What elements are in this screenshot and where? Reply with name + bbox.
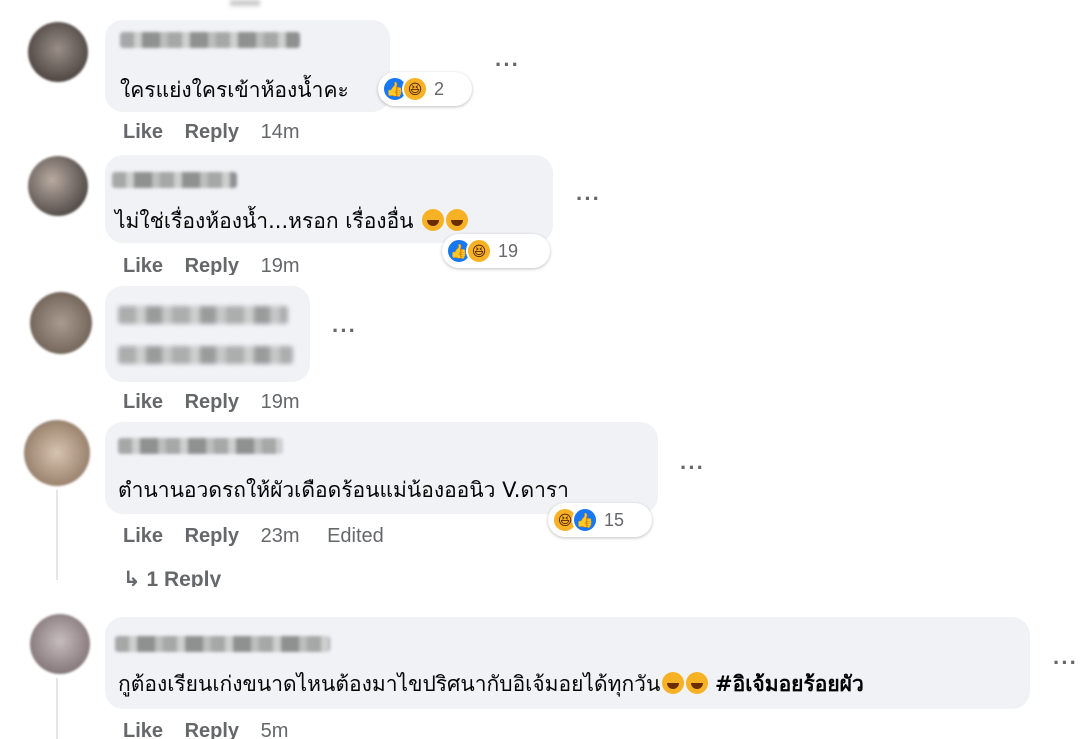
hashtag-link[interactable]: #อิเจ้มอยร้อยผัว [715, 672, 864, 696]
like-button[interactable]: Like [123, 121, 163, 143]
author-name-redacted[interactable] [120, 32, 300, 48]
avatar[interactable] [30, 614, 90, 674]
more-options-button[interactable]: ··· [1053, 650, 1078, 676]
avatar[interactable] [24, 420, 90, 486]
reply-arrow-icon: ↳ [123, 568, 147, 587]
avatar[interactable] [28, 22, 88, 82]
comment-text: กูต้องเรียนเก่งขนาดไหนต้องมาไขปริศนากับอ… [118, 668, 864, 701]
like-button[interactable]: Like [123, 720, 163, 739]
more-options-button[interactable]: ··· [332, 318, 357, 344]
reaction-count: 19 [498, 240, 519, 261]
haha-icon: 😆 [466, 238, 492, 264]
comment-text: ใครแย่งใครเข้าห้องน้ำคะ [120, 78, 349, 102]
reply-button[interactable]: Reply [185, 720, 239, 739]
reaction-summary[interactable]: 👍 😆 2 [378, 72, 472, 106]
author-name-redacted[interactable] [112, 172, 237, 188]
grinning-sweat-emoji-icon [422, 209, 445, 231]
timestamp[interactable]: 5m [261, 720, 289, 739]
timestamp[interactable]: 19m [261, 255, 300, 275]
like-button[interactable]: Like [123, 391, 163, 413]
redacted-text [118, 306, 288, 324]
reaction-summary[interactable]: 👍 😆 19 [442, 234, 550, 268]
comment-actions: Like Reply 19m [123, 255, 322, 275]
comment-actions: Like Reply 23m Edited [123, 525, 384, 548]
more-options-button[interactable]: ··· [495, 52, 520, 78]
like-button[interactable]: Like [123, 255, 163, 275]
reply-button[interactable]: Reply [185, 525, 239, 547]
reply-button[interactable]: Reply [185, 391, 239, 413]
laughing-crying-emoji-icon [662, 672, 685, 694]
timestamp[interactable]: 14m [261, 121, 300, 143]
like-button[interactable]: Like [123, 525, 163, 547]
more-options-button[interactable]: ··· [680, 455, 705, 481]
grinning-sweat-emoji-icon [446, 209, 469, 231]
thread-line [56, 678, 58, 739]
redacted-text [118, 346, 293, 364]
timestamp[interactable]: 23m [261, 525, 300, 547]
haha-icon: 😆 [402, 76, 428, 102]
comment-actions: Like Reply 14m [123, 121, 322, 144]
reply-button[interactable]: Reply [185, 121, 239, 143]
timestamp[interactable]: 19m [261, 391, 300, 413]
view-replies-label: 1 Reply [146, 568, 222, 587]
comment-text: ไม่ใช่เรื่องห้องน้ำ...หรอก เรื่องอื่น [115, 205, 469, 238]
comment-text: ตำนานอวดรถให้ผัวเดือดร้อนแม่น้องออนิว V.… [118, 478, 569, 502]
view-replies-link[interactable]: ↳ 1 Reply [123, 567, 221, 587]
author-name-redacted[interactable] [115, 636, 330, 652]
comment-bubble [105, 286, 310, 382]
reaction-count: 2 [434, 78, 445, 99]
avatar[interactable] [28, 156, 88, 216]
reply-button[interactable]: Reply [185, 255, 239, 275]
avatar[interactable] [30, 292, 92, 354]
blurred-previous-content [230, 0, 260, 6]
edited-label[interactable]: Edited [327, 525, 384, 547]
comment-text-content: ไม่ใช่เรื่องห้องน้ำ...หรอก เรื่องอื่น [115, 209, 414, 233]
comment-actions: Like Reply 19m [123, 391, 322, 414]
reaction-count: 15 [604, 509, 625, 530]
comment-text-content: กูต้องเรียนเก่งขนาดไหนต้องมาไขปริศนากับอ… [118, 672, 661, 696]
rolling-laughing-emoji-icon [686, 672, 709, 694]
like-icon: 👍 [572, 507, 598, 533]
reaction-summary[interactable]: 😆 👍 15 [548, 503, 652, 537]
more-options-button[interactable]: ··· [576, 186, 601, 212]
author-name-redacted[interactable] [118, 438, 283, 454]
thread-line [56, 490, 58, 580]
comment-actions: Like Reply 5m [123, 720, 310, 739]
